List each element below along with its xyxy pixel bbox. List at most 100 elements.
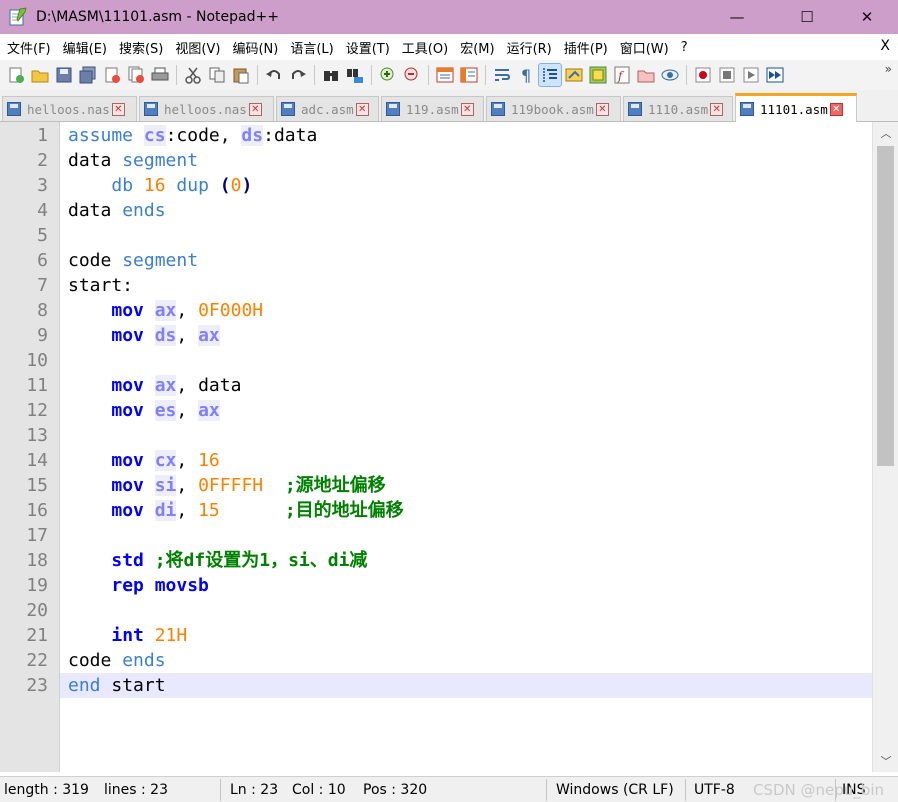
status-encoding[interactable]: UTF-8	[694, 777, 735, 802]
line-number[interactable]: 6	[0, 248, 48, 273]
code-line[interactable]: mov ds, ax	[60, 323, 872, 348]
code-line[interactable]: code segment	[60, 248, 872, 273]
menu-file[interactable]: 文件(F)	[0, 38, 56, 57]
menu-window[interactable]: 窗口(W)	[613, 38, 674, 57]
tab-close-icon[interactable]: ✕	[710, 102, 724, 116]
line-number[interactable]: 3	[0, 173, 48, 198]
menu-tools[interactable]: 工具(O)	[395, 38, 453, 57]
code-line[interactable]	[60, 423, 872, 448]
undo-icon[interactable]	[263, 64, 285, 86]
line-number[interactable]: 13	[0, 423, 48, 448]
code-line[interactable]: data segment	[60, 148, 872, 173]
line-number[interactable]: 16	[0, 498, 48, 523]
code-line[interactable]: code ends	[60, 648, 872, 673]
save-icon[interactable]	[53, 64, 75, 86]
tab-helloos-nas-1[interactable]: helloos.nas ✕	[2, 96, 137, 121]
code-line[interactable]: mov cx, 16	[60, 448, 872, 473]
udl-icon[interactable]	[563, 64, 585, 86]
save-all-icon[interactable]	[77, 64, 99, 86]
code-line[interactable]: db 16 dup (0)	[60, 173, 872, 198]
tab-11101-asm[interactable]: 11101.asm ✕	[735, 93, 857, 122]
close-all-icon[interactable]	[125, 64, 147, 86]
run-macro-multiple-icon[interactable]	[764, 64, 786, 86]
tab-119book-asm[interactable]: 119book.asm ✕	[486, 96, 621, 121]
indent-guide-icon[interactable]	[538, 63, 562, 87]
function-list-icon[interactable]: f	[611, 64, 633, 86]
tab-adc-asm[interactable]: adc.asm ✕	[276, 96, 379, 121]
tab-119-asm[interactable]: 119.asm ✕	[381, 96, 484, 121]
line-number[interactable]: 22	[0, 648, 48, 673]
code-line[interactable]: mov ax, data	[60, 373, 872, 398]
record-macro-icon[interactable]	[692, 64, 714, 86]
scroll-thumb[interactable]	[877, 146, 894, 466]
sync-horizontal-icon[interactable]	[458, 64, 480, 86]
code-line[interactable]: assume cs:code, ds:data	[60, 123, 872, 148]
line-number[interactable]: 14	[0, 448, 48, 473]
monitoring-icon[interactable]	[659, 64, 681, 86]
line-number[interactable]: 15	[0, 473, 48, 498]
zoom-in-icon[interactable]	[377, 64, 399, 86]
menu-view[interactable]: 视图(V)	[168, 38, 225, 57]
menu-language[interactable]: 语言(L)	[283, 38, 338, 57]
toolbar-overflow-button[interactable]: »	[885, 62, 892, 76]
code-line[interactable]: mov si, 0FFFFH ;源地址偏移	[60, 473, 872, 498]
vertical-scrollbar[interactable]: ︿ ﹀	[872, 122, 898, 772]
line-number[interactable]: 19	[0, 573, 48, 598]
code-line[interactable]: end start	[60, 673, 872, 698]
copy-icon[interactable]	[206, 64, 228, 86]
replace-icon[interactable]	[344, 64, 366, 86]
stop-record-icon[interactable]	[716, 64, 738, 86]
line-number[interactable]: 8	[0, 298, 48, 323]
code-line[interactable]	[60, 523, 872, 548]
code-line[interactable]: start:	[60, 273, 872, 298]
line-number[interactable]: 20	[0, 598, 48, 623]
line-number[interactable]: 11	[0, 373, 48, 398]
line-number[interactable]: 5	[0, 223, 48, 248]
cut-icon[interactable]	[182, 64, 204, 86]
tab-close-icon[interactable]: ✕	[111, 102, 125, 116]
menu-help[interactable]: ?	[674, 40, 693, 55]
code-line[interactable]: data ends	[60, 198, 872, 223]
tab-close-icon[interactable]: ✕	[460, 102, 474, 116]
open-file-icon[interactable]	[29, 64, 51, 86]
zoom-out-icon[interactable]	[401, 64, 423, 86]
line-number[interactable]: 2	[0, 148, 48, 173]
code-line[interactable]: mov di, 15 ;目的地址偏移	[60, 498, 872, 523]
maximize-button[interactable]: ☐	[784, 0, 830, 34]
find-icon[interactable]	[320, 64, 342, 86]
tab-1110-asm[interactable]: 1110.asm ✕	[623, 96, 733, 121]
new-file-icon[interactable]	[5, 64, 27, 86]
scroll-up-icon[interactable]: ︿	[873, 122, 898, 144]
redo-icon[interactable]	[287, 64, 309, 86]
menu-macro[interactable]: 宏(M)	[453, 38, 499, 57]
menu-encoding[interactable]: 编码(N)	[225, 38, 283, 57]
line-number[interactable]: 10	[0, 348, 48, 373]
word-wrap-icon[interactable]	[491, 64, 513, 86]
line-number[interactable]: 23	[0, 673, 48, 698]
code-line[interactable]: int 21H	[60, 623, 872, 648]
menu-plugins[interactable]: 插件(P)	[557, 38, 613, 57]
line-number[interactable]: 4	[0, 198, 48, 223]
code-line[interactable]: rep movsb	[60, 573, 872, 598]
sync-vertical-icon[interactable]	[434, 64, 456, 86]
tab-close-icon[interactable]: ✕	[248, 102, 262, 116]
line-number[interactable]: 1	[0, 123, 48, 148]
minimize-button[interactable]: —	[714, 0, 760, 34]
close-icon[interactable]	[101, 64, 123, 86]
tab-close-icon[interactable]: ✕	[355, 102, 369, 116]
tab-close-icon[interactable]: ✕	[829, 102, 843, 116]
code-line[interactable]	[60, 223, 872, 248]
line-number[interactable]: 9	[0, 323, 48, 348]
close-document-button[interactable]: X	[880, 38, 890, 54]
paste-icon[interactable]	[230, 64, 252, 86]
tab-helloos-nas-2[interactable]: helloos.nas ✕	[139, 96, 274, 121]
line-number[interactable]: 12	[0, 398, 48, 423]
menu-search[interactable]: 搜索(S)	[112, 38, 168, 57]
menu-settings[interactable]: 设置(T)	[339, 38, 395, 57]
tab-close-icon[interactable]: ✕	[595, 102, 609, 116]
doc-map-icon[interactable]	[587, 64, 609, 86]
line-number[interactable]: 7	[0, 273, 48, 298]
code-line[interactable]: std ;将df设置为1，si、di减	[60, 548, 872, 573]
code-text-area[interactable]: assume cs:code, ds:data data segment db 1…	[60, 122, 872, 772]
line-number[interactable]: 21	[0, 623, 48, 648]
